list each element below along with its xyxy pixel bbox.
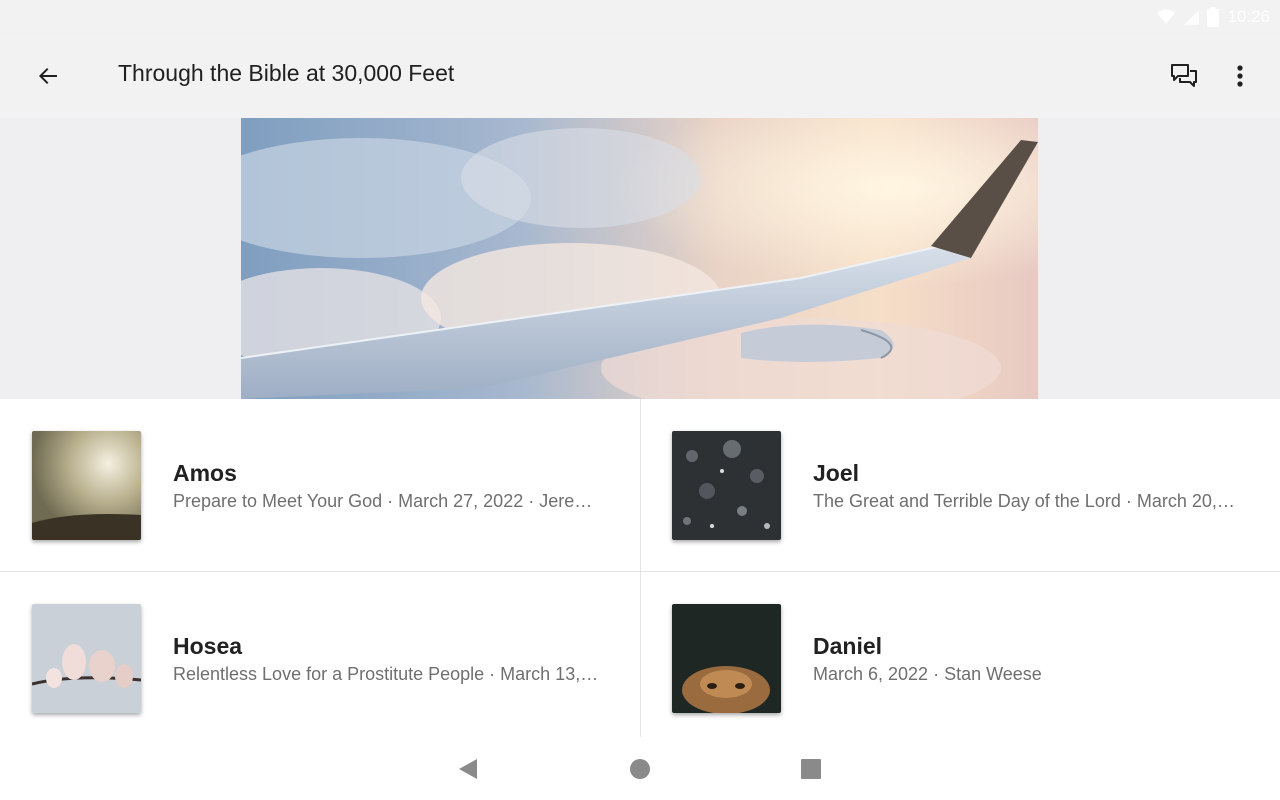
status-icons: 10:26 [1157,6,1270,28]
sermon-subtitle: The Great and Terrible Day of the Lord ·… [813,491,1235,511]
discussion-button[interactable] [1160,52,1208,100]
nav-back-icon [459,759,477,779]
battery-icon [1207,7,1220,27]
nav-recents-icon [801,759,821,779]
back-button[interactable] [24,52,72,100]
sermon-subtitle: Relentless Love for a Prostitute People … [173,664,599,684]
nav-home-icon [630,759,650,779]
app-bar: Through the Bible at 30,000 Feet [0,34,1280,118]
wifi-icon [1157,9,1176,24]
hero-banner [0,118,1280,399]
chat-icon [1171,64,1197,87]
sermon-title: Amos [173,460,237,486]
sermon-subtitle: March 6, 2022 · Stan Weese [813,664,1042,684]
arrow-back-icon [39,68,57,84]
list-item[interactable]: Daniel March 6, 2022 · Stan Weese [640,572,1280,744]
sermon-title: Joel [813,460,860,486]
sermon-thumbnail [32,604,141,713]
status-time: 10:26 [1227,7,1270,26]
nav-home-button[interactable] [618,749,662,789]
list-item[interactable]: Joel The Great and Terrible Day of the L… [640,399,1280,571]
sermon-list: Amos Prepare to Meet Your God · March 27… [0,399,1280,739]
status-bar: 10:26 [0,0,1280,34]
hero-image [241,118,1038,399]
page-title: Through the Bible at 30,000 Feet [118,60,455,86]
system-nav-bar [0,739,1280,800]
sermon-thumbnail [32,431,141,540]
sermon-title: Daniel [813,633,883,659]
sermon-thumbnail [672,604,781,713]
sermon-subtitle: Prepare to Meet Your God · March 27, 202… [173,491,593,511]
sermon-title: Hosea [173,633,243,659]
list-item[interactable]: Amos Prepare to Meet Your God · March 27… [0,399,640,571]
list-item[interactable]: Hosea Relentless Love for a Prostitute P… [0,572,640,744]
more-vert-icon [1237,65,1243,87]
sermon-thumbnail [672,431,781,540]
signal-icon [1184,10,1200,25]
nav-back-button[interactable] [446,749,490,789]
nav-recents-button[interactable] [789,749,833,789]
more-options-button[interactable] [1216,52,1264,100]
